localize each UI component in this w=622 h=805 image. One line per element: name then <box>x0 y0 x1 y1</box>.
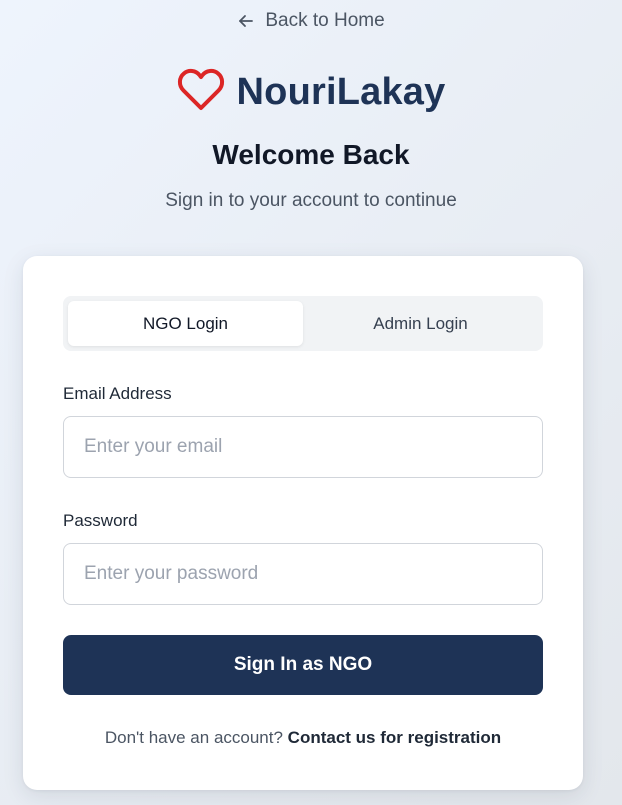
page-subtitle: Sign in to your account to continue <box>165 190 457 211</box>
login-card: NGO Login Admin Login Email Address Pass… <box>23 256 583 790</box>
password-field[interactable] <box>63 543 543 605</box>
contact-registration-link[interactable]: Contact us for registration <box>288 728 501 747</box>
login-type-tabs: NGO Login Admin Login <box>63 296 543 351</box>
sign-in-button[interactable]: Sign In as NGO <box>63 635 543 695</box>
page-title: Welcome Back <box>212 139 410 170</box>
registration-prompt: Don't have an account? Contact us for re… <box>23 728 583 748</box>
email-label: Email Address <box>63 384 172 403</box>
password-label: Password <box>63 511 138 530</box>
registration-prompt-text: Don't have an account? <box>104 728 283 747</box>
brand-name: NouriLakay <box>236 71 446 113</box>
back-to-home-link[interactable]: Back to Home <box>0 10 622 32</box>
brand-logo: NouriLakay <box>0 68 622 117</box>
tab-ngo-login[interactable]: NGO Login <box>68 301 303 346</box>
arrow-left-icon <box>237 12 255 30</box>
heart-icon <box>177 68 225 117</box>
tab-admin-login[interactable]: Admin Login <box>303 301 538 346</box>
back-to-home-label: Back to Home <box>265 10 385 31</box>
email-field[interactable] <box>63 416 543 478</box>
